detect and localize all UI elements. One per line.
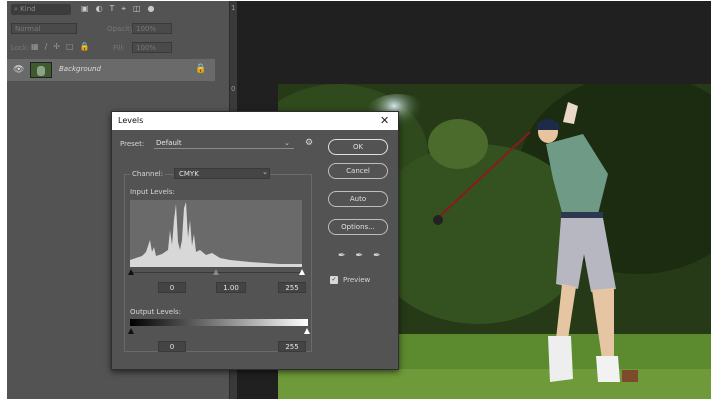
lock-move-icon[interactable]: ✢ — [53, 42, 60, 51]
output-white-slider[interactable] — [304, 328, 310, 334]
input-white-slider[interactable] — [299, 269, 305, 275]
preset-select[interactable]: Default — [154, 139, 294, 149]
input-levels-label: Input Levels: — [130, 188, 175, 196]
shape-filter-icon[interactable]: ⌖ — [121, 4, 126, 14]
lock-transparency-icon[interactable]: ▦ — [31, 42, 39, 51]
levels-dialog: Levels ✕ Preset: Default ⌄ ⚙ Channel: CM… — [111, 111, 399, 370]
eyedropper-group: ✒ ✒ ✒ — [338, 251, 381, 261]
cancel-button[interactable]: Cancel — [328, 163, 388, 179]
layer-filter-search[interactable]: ⌕ Kind — [11, 4, 71, 15]
blend-mode-select[interactable]: Normal — [11, 23, 77, 34]
dialog-title: Levels — [118, 116, 144, 125]
gray-eyedropper-icon[interactable]: ✒ — [356, 251, 364, 261]
options-button[interactable]: Options... — [328, 219, 388, 235]
layer-thumbnail — [30, 62, 52, 78]
output-black-slider[interactable] — [128, 328, 134, 334]
eye-icon[interactable]: 👁 — [13, 65, 24, 75]
image-filter-icon[interactable]: ▣ — [81, 4, 89, 14]
white-eyedropper-icon[interactable]: ✒ — [373, 251, 381, 261]
layer-filter-icons: ▣ ◐ T ⌖ ◫ ● — [81, 4, 155, 14]
preview-checkbox[interactable]: ✓ — [330, 276, 338, 284]
histogram-graph — [130, 202, 302, 267]
photoshop-window: ⌕ Kind ▣ ◐ T ⌖ ◫ ● Normal Opacity: 100% … — [7, 1, 711, 399]
lock-icons: ▦ ∕ ✢ □ 🔒 — [31, 42, 90, 51]
opacity-field[interactable]: 100% — [132, 23, 172, 34]
chevron-down-icon[interactable]: ⌄ — [284, 139, 290, 147]
black-eyedropper-icon[interactable]: ✒ — [338, 251, 346, 261]
lock-label: Lock: — [11, 44, 30, 52]
input-white-field[interactable]: 255 — [278, 282, 306, 293]
close-icon[interactable]: ✕ — [380, 114, 389, 127]
preview-label: Preview — [343, 276, 371, 284]
adjustment-filter-icon[interactable]: ◐ — [96, 4, 103, 14]
channel-select[interactable]: CMYK — [174, 168, 270, 179]
layer-name: Background — [59, 65, 101, 73]
preset-label: Preset: — [120, 140, 145, 148]
gutter-label: 0 — [231, 85, 236, 93]
gutter-label: 1 — [231, 4, 236, 12]
type-filter-icon[interactable]: T — [110, 4, 115, 14]
output-gradient — [130, 319, 308, 326]
ok-button[interactable]: OK — [328, 139, 388, 155]
layer-row-background[interactable]: 👁 Background 🔒 — [7, 59, 215, 81]
dialog-titlebar[interactable]: Levels ✕ — [112, 112, 398, 130]
output-white-field[interactable]: 255 — [278, 341, 306, 352]
output-black-field[interactable]: 0 — [158, 341, 186, 352]
chevron-down-icon[interactable]: ⌄ — [262, 168, 268, 176]
layer-lock-icon: 🔒 — [195, 64, 207, 74]
fill-field[interactable]: 100% — [132, 42, 172, 53]
auto-button[interactable]: Auto — [328, 191, 388, 207]
channel-label: Channel: — [130, 170, 166, 178]
output-levels-label: Output Levels: — [130, 308, 182, 316]
histogram — [130, 200, 302, 267]
lock-paint-icon[interactable]: ∕ — [45, 42, 48, 51]
smart-object-filter-icon[interactable]: ◫ — [133, 4, 141, 14]
input-black-field[interactable]: 0 — [158, 282, 186, 293]
fill-label: Fill: — [113, 44, 125, 52]
lock-all-icon[interactable]: 🔒 — [80, 42, 90, 51]
filter-toggle-icon[interactable]: ● — [148, 4, 155, 14]
lock-artboard-icon[interactable]: □ — [66, 42, 74, 51]
input-gamma-field[interactable]: 1.00 — [216, 282, 246, 293]
input-black-slider[interactable] — [128, 269, 134, 275]
gear-icon[interactable]: ⚙ — [305, 138, 313, 148]
input-gamma-slider[interactable] — [213, 269, 219, 275]
